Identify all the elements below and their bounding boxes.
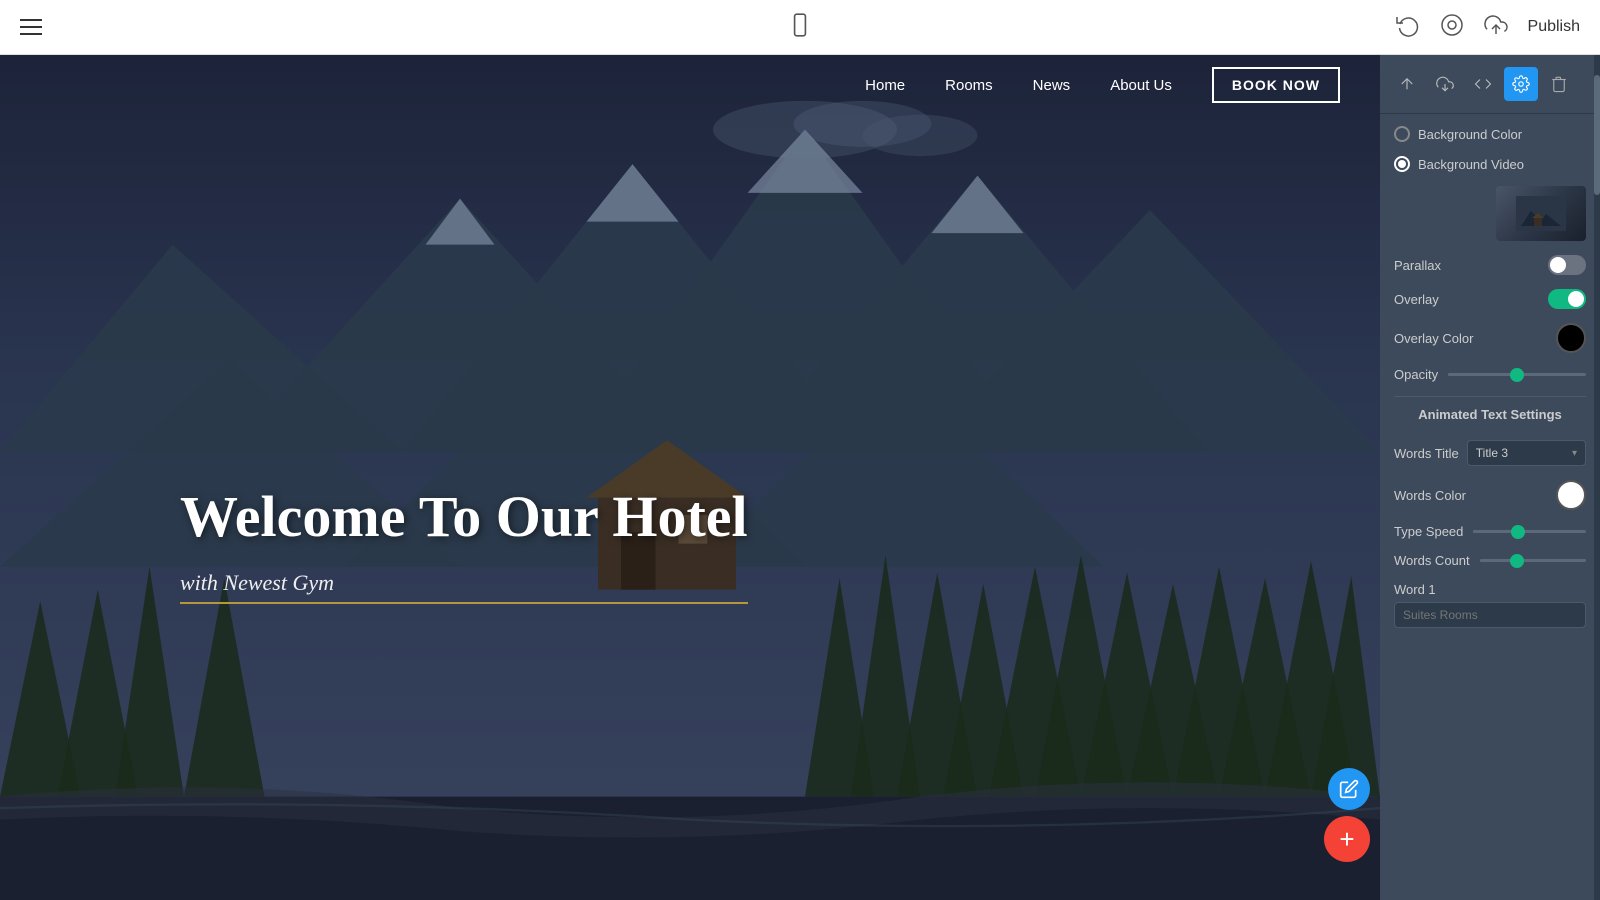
overlay-toggle-knob <box>1568 291 1584 307</box>
delete-tool-button[interactable] <box>1542 67 1576 101</box>
hero-title: Welcome To Our Hotel <box>180 483 748 550</box>
toolbar-center <box>787 12 813 43</box>
hamburger-icon[interactable] <box>20 19 42 35</box>
words-count-slider-track <box>1480 559 1586 562</box>
settings-panel: Background Color Background Video <box>1380 55 1600 900</box>
animated-text-section-header: Animated Text Settings <box>1394 396 1586 426</box>
panel-scrollbar[interactable] <box>1594 55 1600 900</box>
bg-thumbnail-wrap <box>1394 186 1586 241</box>
words-title-select[interactable]: Title 3 ▾ <box>1467 440 1586 466</box>
overlay-color-row: Overlay Color <box>1394 323 1586 353</box>
background-video-label: Background Video <box>1418 157 1524 172</box>
panel-scroll-thumb[interactable] <box>1594 75 1600 195</box>
overlay-color-label: Overlay Color <box>1394 331 1473 346</box>
settings-tool-button[interactable] <box>1504 67 1538 101</box>
nav-home[interactable]: Home <box>865 77 905 94</box>
download-tool-button[interactable] <box>1428 67 1462 101</box>
overlay-toggle[interactable] <box>1548 289 1586 309</box>
words-title-select-wrap: Title 3 ▾ <box>1467 440 1586 466</box>
upload-icon[interactable] <box>1484 13 1508 42</box>
word-1-label: Word 1 <box>1394 582 1586 597</box>
hero-subtitle: with Newest Gym <box>180 570 748 604</box>
bg-thumb-inner <box>1496 186 1586 241</box>
top-toolbar: Publish <box>0 0 1600 55</box>
toolbar-right: Publish <box>1396 13 1580 42</box>
book-now-button[interactable]: BOOK NOW <box>1212 67 1340 103</box>
words-count-label: Words Count <box>1394 553 1470 568</box>
hero-subtitle-animated: Newest Gym <box>223 570 334 595</box>
code-tool-button[interactable] <box>1466 67 1500 101</box>
opacity-slider-fill <box>1448 373 1517 376</box>
words-count-slider-thumb[interactable] <box>1510 554 1524 568</box>
toolbar-left <box>20 19 42 35</box>
preview-icon[interactable] <box>1440 13 1464 42</box>
hero-subtitle-prefix: with <box>180 570 223 595</box>
nav-bar: Home Rooms News About Us BOOK NOW <box>0 55 1380 115</box>
opacity-slider[interactable] <box>1448 373 1586 376</box>
words-color-swatch[interactable] <box>1556 480 1586 510</box>
bg-thumbnail[interactable] <box>1496 186 1586 241</box>
word-1-input[interactable] <box>1394 602 1586 628</box>
parallax-toggle[interactable] <box>1548 255 1586 275</box>
background-video-radio[interactable]: Background Video <box>1394 156 1524 172</box>
words-color-row: Words Color <box>1394 480 1586 510</box>
background-color-label: Background Color <box>1418 127 1522 142</box>
words-count-row: Words Count <box>1394 553 1586 568</box>
background-video-radio-circle <box>1394 156 1410 172</box>
phone-icon[interactable] <box>787 12 813 43</box>
words-color-label: Words Color <box>1394 488 1466 503</box>
nav-about-us[interactable]: About Us <box>1110 77 1172 94</box>
type-speed-slider-thumb[interactable] <box>1511 525 1525 539</box>
parallax-toggle-knob <box>1550 257 1566 273</box>
nav-news[interactable]: News <box>1033 77 1071 94</box>
sort-tool-button[interactable] <box>1390 67 1424 101</box>
hero-section: Home Rooms News About Us BOOK NOW Welcom… <box>0 55 1380 900</box>
type-speed-slider[interactable] <box>1473 530 1586 533</box>
type-speed-slider-track <box>1473 530 1586 533</box>
overlay-row: Overlay <box>1394 289 1586 309</box>
fab-add-button[interactable]: + <box>1324 816 1370 862</box>
parallax-label: Parallax <box>1394 258 1441 273</box>
type-speed-row: Type Speed <box>1394 524 1586 539</box>
canvas: Home Rooms News About Us BOOK NOW Welcom… <box>0 55 1600 900</box>
nav-rooms[interactable]: Rooms <box>945 77 993 94</box>
words-title-row: Words Title Title 3 ▾ <box>1394 440 1586 466</box>
background-video-row: Background Video <box>1394 156 1586 172</box>
parallax-row: Parallax <box>1394 255 1586 275</box>
hero-content: Welcome To Our Hotel with Newest Gym <box>180 483 748 604</box>
undo-icon[interactable] <box>1396 13 1420 42</box>
overlay-label: Overlay <box>1394 292 1439 307</box>
opacity-label: Opacity <box>1394 367 1438 382</box>
opacity-slider-track <box>1448 373 1586 376</box>
fab-edit-button[interactable] <box>1328 768 1370 810</box>
words-title-label: Words Title <box>1394 446 1459 461</box>
background-color-radio[interactable]: Background Color <box>1394 126 1522 142</box>
words-title-value: Title 3 <box>1476 446 1508 460</box>
overlay-color-swatch[interactable] <box>1556 323 1586 353</box>
background-color-row: Background Color <box>1394 126 1586 142</box>
words-count-slider[interactable] <box>1480 559 1586 562</box>
type-speed-label: Type Speed <box>1394 524 1463 539</box>
hero-landscape <box>0 55 1380 900</box>
chevron-down-icon: ▾ <box>1572 448 1577 459</box>
panel-content: Background Color Background Video <box>1380 114 1600 900</box>
opacity-row: Opacity <box>1394 367 1586 382</box>
background-color-radio-circle <box>1394 126 1410 142</box>
word-1-row: Word 1 <box>1394 582 1586 628</box>
publish-button[interactable]: Publish <box>1528 18 1580 36</box>
opacity-slider-thumb[interactable] <box>1510 368 1524 382</box>
panel-toolbar <box>1380 55 1600 114</box>
